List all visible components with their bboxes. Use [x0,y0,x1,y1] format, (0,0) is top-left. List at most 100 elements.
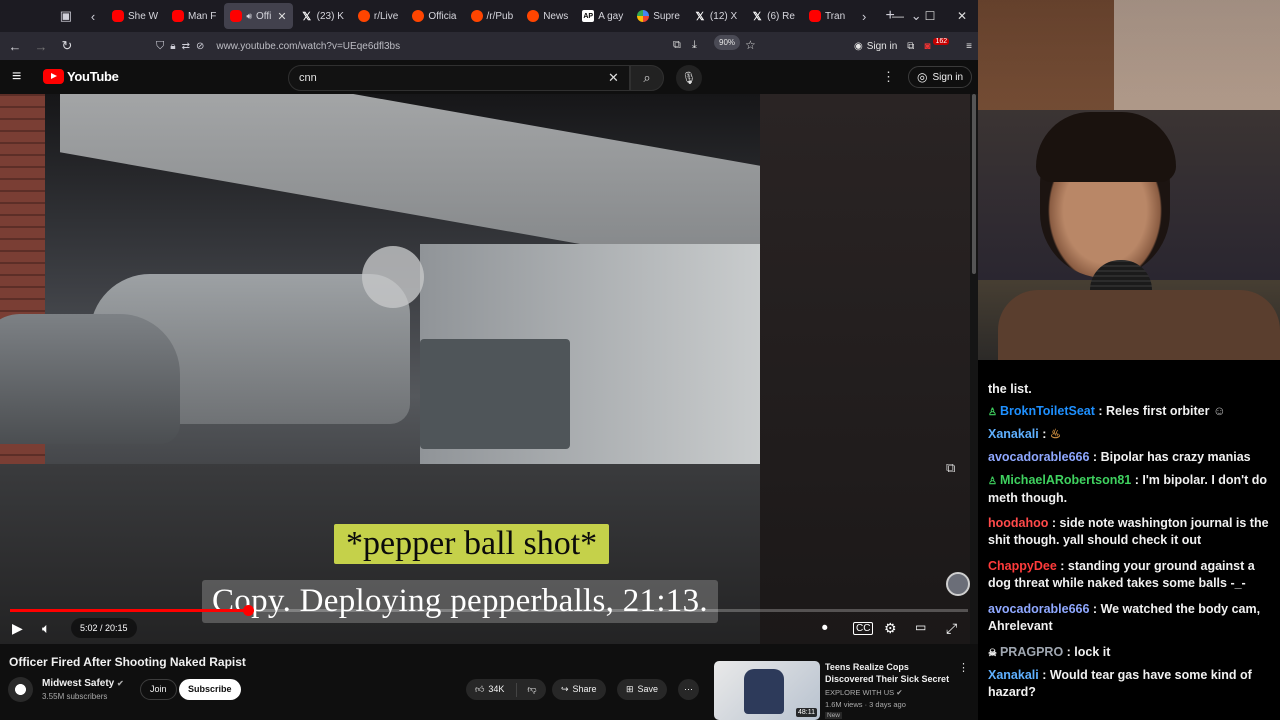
player-controls: ▶ 🔈︎ 5:02 / 20:15 ⏺ CC ⚙ ▭ ⤢ [0,614,978,644]
search-input[interactable]: cnn [288,65,630,91]
shield-icon[interactable]: ⛉ [156,40,164,53]
tab-2[interactable]: 🔊︎ Offi ✕ [224,3,293,29]
save-button[interactable]: ⊞ Save [617,679,668,700]
close-window-icon[interactable]: ✕ [946,9,978,23]
tab-label: Man F [188,10,217,22]
youtube-icon [172,10,185,22]
miniplayer-icon[interactable]: ⧉ [946,460,955,476]
back-icon[interactable]: ← [2,34,28,58]
bookmark-star-icon[interactable]: ☆ [745,38,756,52]
youtube-logo[interactable]: YouTube [43,69,119,84]
download-icon[interactable]: ⤓ [692,39,697,52]
autoplay-toggle-icon[interactable]: ⏺ [822,622,828,635]
channel-name[interactable]: Midwest Safety ✔ [42,678,124,689]
captions-icon[interactable]: CC [853,622,874,635]
chat-username[interactable]: avocadorable666 [988,602,1089,616]
fullscreen-icon[interactable]: ⤢ [946,620,957,637]
chat-message: Xanakali : ♨ [988,426,1276,443]
video-player[interactable]: *pepper ball shot* Copy. Deploying peppe… [0,94,978,644]
account-signin-label: Sign in [866,40,898,52]
chat-separator: : [1089,450,1101,464]
guide-menu-icon[interactable]: ≡ [12,68,21,86]
play-icon[interactable]: ▶ [12,620,23,637]
clear-search-icon[interactable]: ✕ [608,70,619,86]
chat-emote-icon: ♨ [1049,427,1062,441]
chat-username[interactable]: BroknToiletSeat [1000,404,1095,418]
more-actions-button[interactable]: ⋯ [678,679,699,700]
settings-gear-icon[interactable]: ⚙ [884,620,897,637]
video-dark-figure [760,94,978,644]
tab-1[interactable]: Man F [166,3,222,29]
recommended-menu-icon[interactable]: ⋮ [958,661,969,674]
chat-username[interactable]: Xanakali [988,427,1039,441]
recommended-title[interactable]: Teens Realize Cops Discovered Their Sick… [825,661,955,685]
webcam-shoulders [998,290,1280,360]
join-button[interactable]: Join [140,679,177,700]
like-button[interactable]: 👍︎ 34K 👎︎ [466,679,546,700]
chat-username[interactable]: ChappyDee [988,559,1057,573]
chat-username[interactable]: hoodahoo [988,516,1048,530]
tab-7[interactable]: News [521,3,574,29]
forward-icon[interactable]: → [28,34,54,58]
permissions-icon[interactable]: ⇄ [182,41,190,52]
theater-mode-icon[interactable]: ▭ [915,620,926,634]
skull-icon: ☠ [988,648,997,659]
voice-search-button[interactable]: 🎙︎ [676,65,702,91]
tab-4[interactable]: r/Live [352,3,404,29]
search-button[interactable]: ⌕ [630,65,664,91]
youtube-signin-button[interactable]: ◎ Sign in [908,66,973,88]
recommended-channel[interactable]: EXPLORE WITH US ✔ [825,688,903,697]
thumbs-down-icon[interactable]: 👎︎ [527,679,536,700]
tab-label: A gay [598,10,624,22]
tab-12[interactable]: Tran [803,3,851,29]
volume-icon[interactable]: 🔈︎ [42,620,50,637]
chat-text: Reles first orbiter [1106,404,1210,418]
extension-icon[interactable]: ◙ [924,41,930,52]
chat-line-partial: the list. [988,382,1032,396]
chat-username[interactable]: MichaelARobertson81 [1000,473,1131,487]
tab-close-icon[interactable]: ✕ [277,10,286,23]
tabs-scroll-left-icon[interactable]: ‹ [80,3,106,29]
tab-6[interactable]: /r/Pub [465,3,520,29]
camera-permission-icon[interactable]: ⊘ [196,41,204,52]
tab-3[interactable]: 𝕏 (23) K [295,3,350,29]
chat-separator: : [1048,516,1060,530]
channel-watermark-icon[interactable] [946,572,970,596]
recommended-thumbnail[interactable]: 48:11 [714,661,820,720]
url-text[interactable]: www.youtube.com/watch?v=UEqe6dfl3bs [216,41,400,52]
tab-overview-icon[interactable]: ▣ [0,3,80,29]
subscribe-button[interactable]: Subscribe [179,679,241,700]
tab-9[interactable]: Supre [631,3,686,29]
tabs-scroll-right-icon[interactable]: › [851,3,877,29]
tab-10[interactable]: 𝕏 (12) X [688,3,743,29]
maximize-icon[interactable]: ☐ [914,9,946,23]
reload-icon[interactable]: ↻ [54,34,80,58]
chat-username[interactable]: avocadorable666 [988,450,1089,464]
scrollbar-thumb[interactable] [972,94,976,274]
tab-0[interactable]: She W [106,3,164,29]
settings-dots-icon[interactable]: ⋮ [882,69,895,85]
chat-badge-icon: ♙ [988,476,997,487]
channel-avatar[interactable] [8,677,33,702]
tab-8[interactable]: AP A gay [576,3,629,29]
tab-5[interactable]: Officia [406,3,462,29]
tab-11[interactable]: 𝕏 (6) Re [745,3,801,29]
chat-text: Bipolar has crazy manias [1100,450,1251,464]
save-icon: ⊞ [626,684,634,694]
zoom-level[interactable]: 90% [714,35,741,50]
app-menu-icon[interactable]: ≡ [966,41,972,52]
extensions-icon[interactable]: ⧉ [907,41,914,52]
tab-audio-icon[interactable]: 🔊︎ [246,11,252,22]
verified-icon: ✔ [117,679,124,688]
minimize-icon[interactable]: — [882,9,914,23]
like-count: 34K [488,684,505,694]
chat-username[interactable]: PRAGPRO [1000,645,1063,659]
chat-username[interactable]: Xanakali [988,668,1039,682]
account-signin[interactable]: ◉ Sign in [854,41,897,52]
picture-in-picture-icon[interactable]: ⧉ [673,39,681,52]
page-scrollbar[interactable] [970,94,978,644]
lock-icon[interactable]: 🔒︎ [170,41,175,52]
progress-bar[interactable] [10,605,968,616]
share-button[interactable]: ↪ Share [552,679,606,700]
chat-message: ♙ BroknToiletSeat : Reles first orbiter ☺ [988,403,1276,421]
